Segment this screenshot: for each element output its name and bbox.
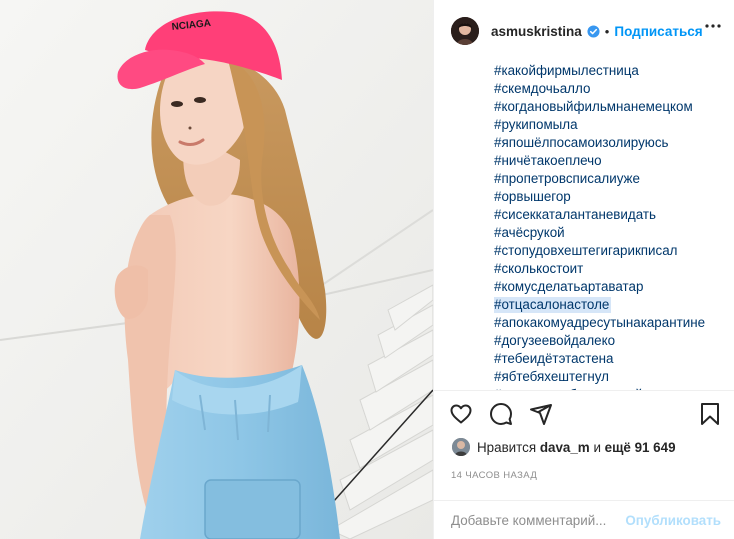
liker-avatar[interactable]: [452, 438, 470, 456]
hashtag-item: #япошёлпосамоизолируюсь: [494, 134, 734, 152]
hashtag-item: #какойфирмылестница: [494, 62, 734, 80]
hashtag-link[interactable]: #сисеккаталантаневидать: [494, 207, 656, 222]
hashtag-item: #догузеевойдалеко: [494, 332, 734, 350]
author-avatar[interactable]: [451, 17, 479, 45]
more-horizontal-icon[interactable]: [705, 23, 721, 29]
hashtag-list: #какойфирмылестница #скемдочьалло #когдано…: [494, 62, 734, 390]
likes-summary: Нравится dava_m и ещё 91 649: [452, 438, 676, 456]
hashtag-link[interactable]: #рукипомыла: [494, 117, 578, 132]
share-icon[interactable]: [529, 402, 553, 426]
bookmark-icon[interactable]: [698, 402, 722, 426]
hashtag-link[interactable]: #тебеидётэтастена: [494, 351, 614, 366]
hashtag-link[interactable]: #догузеевойдалеко: [494, 333, 615, 348]
comment-bar: Опубликовать: [434, 501, 734, 539]
hashtag-link[interactable]: #апокакомуадресутынакарантине: [494, 315, 705, 330]
comment-input[interactable]: [451, 512, 621, 528]
verified-badge-icon: [587, 24, 600, 38]
publish-button[interactable]: Опубликовать: [625, 513, 721, 528]
hashtag-link[interactable]: #какойфирмылестница: [494, 63, 639, 78]
comment-icon[interactable]: [489, 402, 513, 426]
post-timestamp[interactable]: 14 ЧАСОВ НАЗАД: [451, 470, 537, 481]
hashtag-item: #апокакомуадресутынакарантине: [494, 314, 734, 332]
post-photo[interactable]: NCIAGA: [0, 0, 433, 539]
hashtag-link[interactable]: #япошёлпосамоизолируюсь: [494, 135, 669, 150]
hashtag-item: #когдановыйфильмнанемецком: [494, 98, 734, 116]
hashtag-item: #сисеккаталантаневидать: [494, 206, 734, 224]
hashtag-item: #ничётакоеплечо: [494, 152, 734, 170]
hashtag-link[interactable]: #сколькостоит: [494, 261, 583, 276]
post-header: asmuskristina • Подписаться: [434, 0, 734, 62]
hashtag-link[interactable]: #ябтебяхештегнул: [494, 369, 609, 384]
hashtag-item: #орвышегор: [494, 188, 734, 206]
hashtag-link[interactable]: #скемдочьалло: [494, 81, 590, 96]
hashtag-item: #комусделатьартаватар: [494, 278, 734, 296]
post-caption: #какойфирмылестница #скемдочьалло #когдано…: [434, 62, 734, 390]
hashtag-item: #ачёсрукой: [494, 224, 734, 242]
liker-avatar-image: [452, 438, 470, 456]
heart-icon[interactable]: [449, 402, 473, 426]
hashtag-item: #тебеидётэтастена: [494, 350, 734, 368]
hashtag-link[interactable]: #ничётакоеплечо: [494, 153, 602, 168]
likes-count[interactable]: ещё 91 649: [605, 440, 676, 455]
hashtag-link[interactable]: #отцасалонастоле: [494, 297, 612, 314]
likes-conjunction: и: [593, 439, 601, 455]
likes-prefix: Нравится: [477, 439, 537, 455]
hashtag-link[interactable]: #когдановыйфильмнанемецком: [494, 99, 693, 114]
hashtag-item: #стопудовхештегигарикписал: [494, 242, 734, 260]
photo-illustration: NCIAGA: [0, 0, 433, 539]
hashtag-item: #пропетровсписалиуже: [494, 170, 734, 188]
liker-username[interactable]: dava_m: [540, 440, 590, 455]
hashtag-link[interactable]: #стопудовхештегигарикписал: [494, 243, 678, 258]
post-side-panel: asmuskristina • Подписаться #какойфирмыл…: [433, 0, 734, 539]
follow-button[interactable]: Подписаться: [614, 24, 702, 39]
avatar-image: [451, 17, 479, 45]
header-separator: •: [604, 23, 610, 39]
hashtag-item: #рукипомыла: [494, 116, 734, 134]
action-bar: [434, 402, 734, 432]
divider: [434, 390, 734, 391]
hashtag-link[interactable]: #комусделатьартаватар: [494, 279, 643, 294]
hashtag-item: #сколькостоит: [494, 260, 734, 278]
hashtag-item: #ябтебяхештегнул: [494, 368, 734, 386]
hashtag-link[interactable]: #пропетровсписалиуже: [494, 171, 640, 186]
hashtag-link[interactable]: #орвышегор: [494, 189, 571, 204]
hashtag-link[interactable]: #ачёсрукой: [494, 225, 565, 240]
author-username[interactable]: asmuskristina: [491, 24, 582, 39]
hashtag-item: #отцасалонастоле: [494, 296, 734, 314]
hashtag-item: #скемдочьалло: [494, 80, 734, 98]
